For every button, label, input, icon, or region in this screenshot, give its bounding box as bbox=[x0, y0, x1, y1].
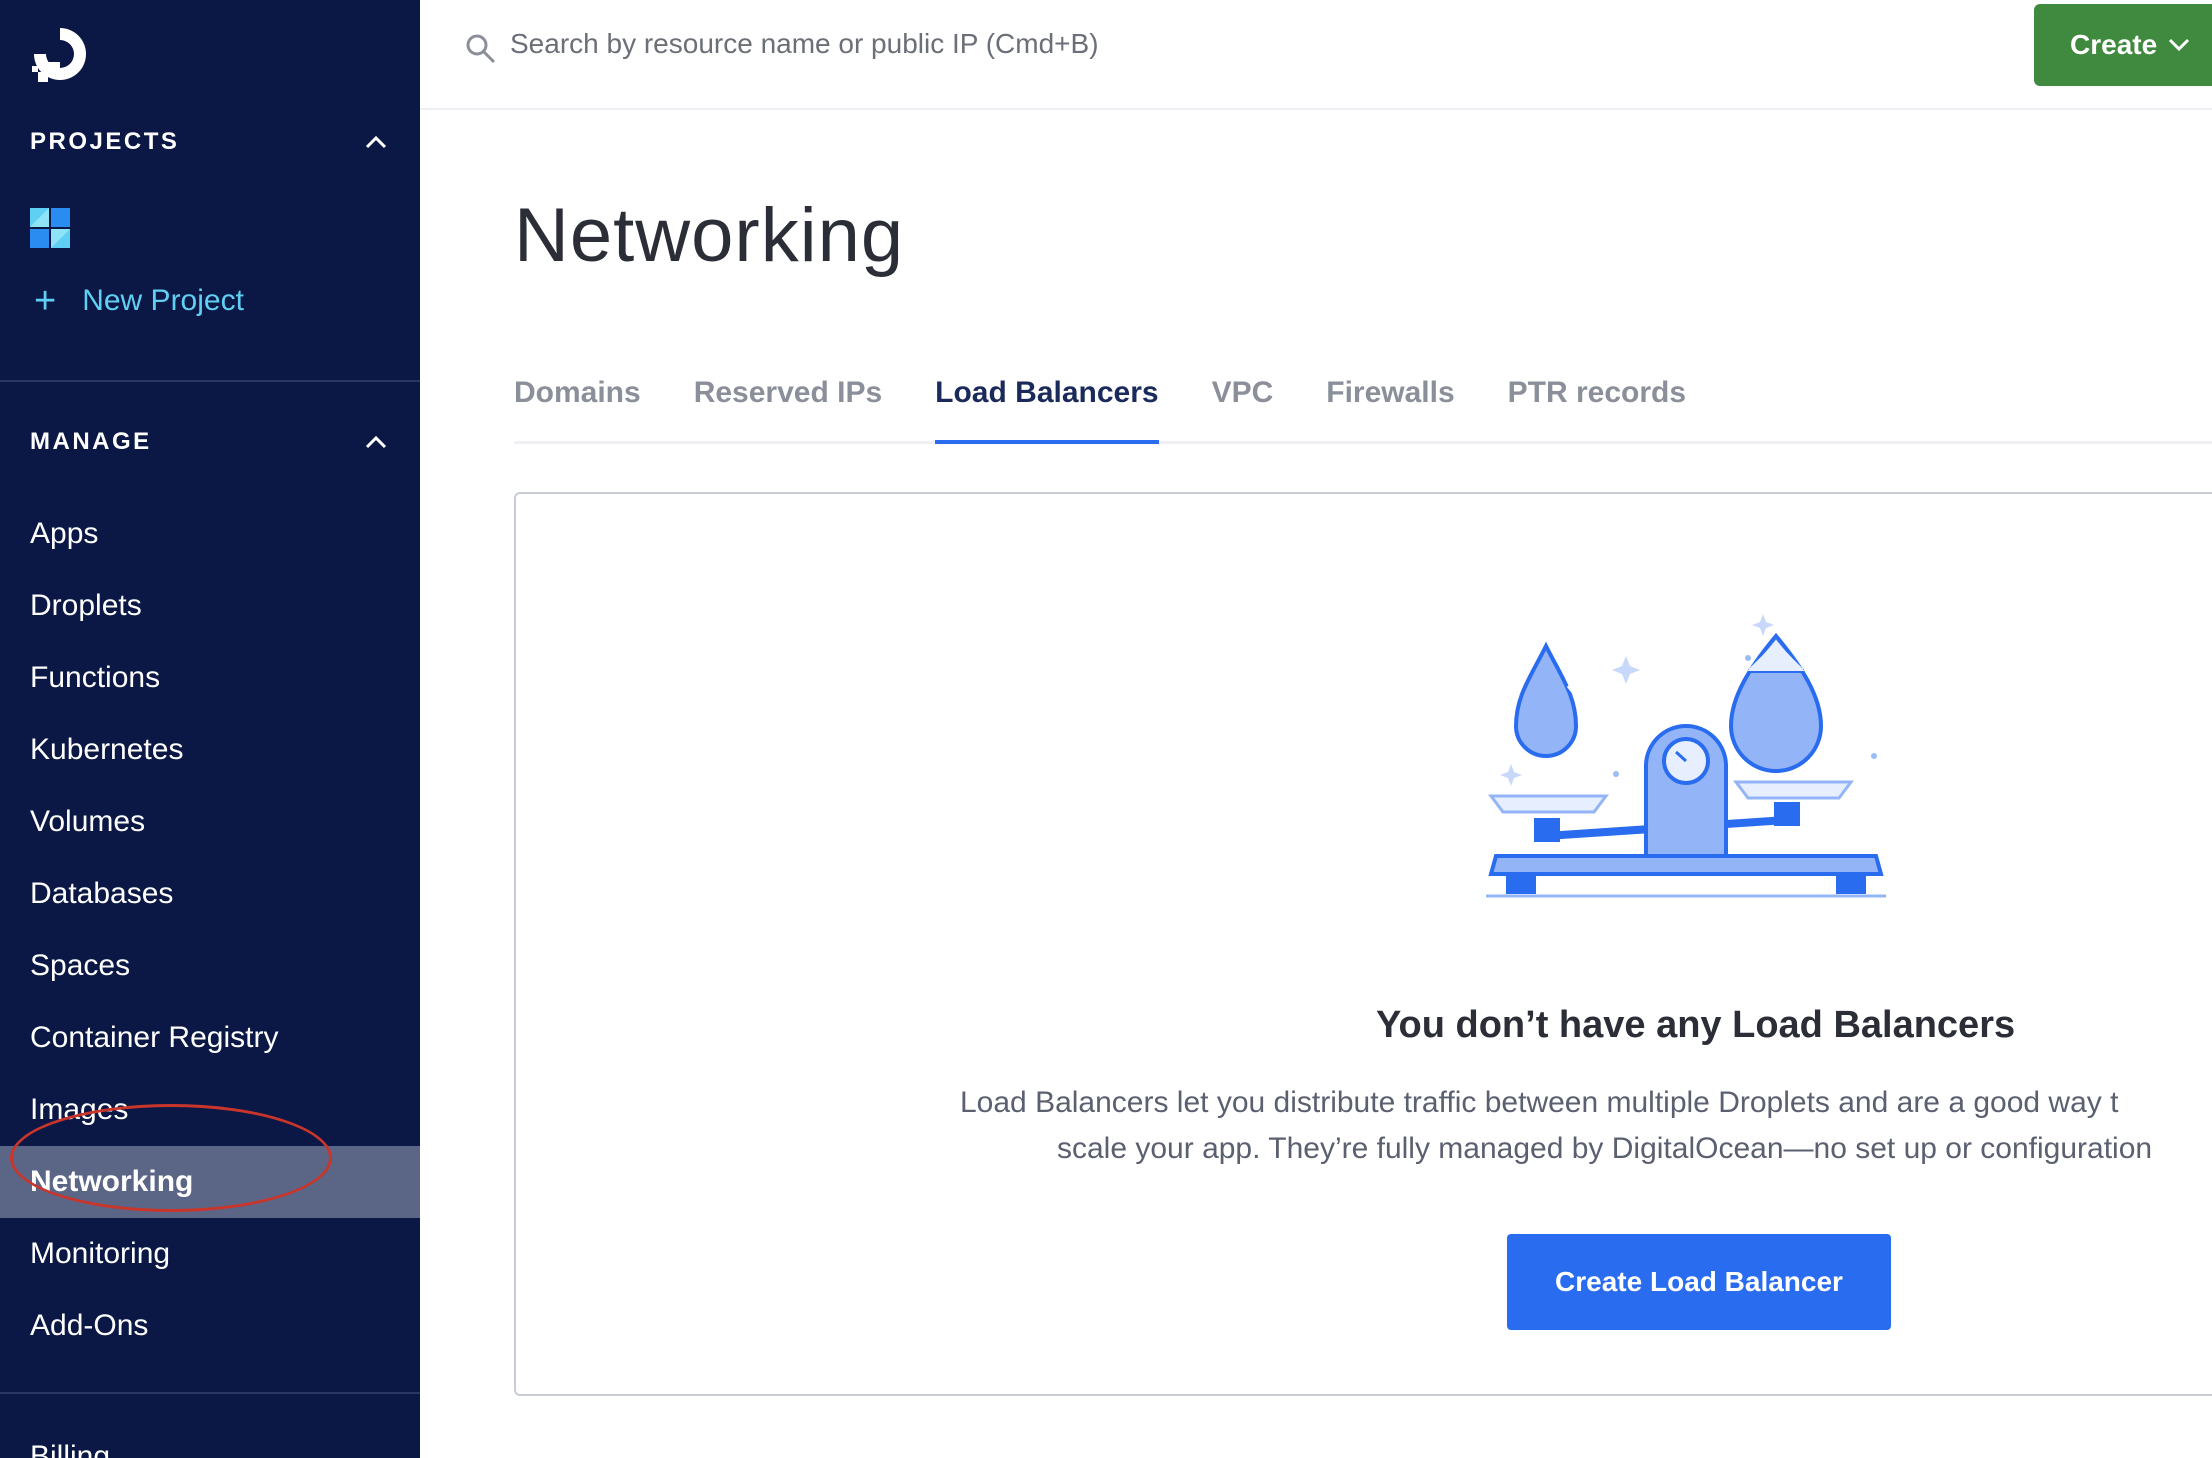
projects-heading: PROJECTS bbox=[30, 128, 180, 155]
sidebar-item-kubernetes[interactable]: Kubernetes bbox=[0, 714, 420, 786]
project-icon[interactable] bbox=[30, 208, 70, 248]
sidebar-item-functions[interactable]: Functions bbox=[0, 642, 420, 714]
page-title: Networking bbox=[514, 193, 905, 278]
sidebar-item-droplets[interactable]: Droplets bbox=[0, 570, 420, 642]
tab-domains[interactable]: Domains bbox=[514, 364, 641, 444]
search-icon bbox=[466, 34, 496, 64]
tab-load-balancers[interactable]: Load Balancers bbox=[935, 364, 1159, 444]
projects-section-toggle[interactable]: PROJECTS bbox=[30, 122, 390, 162]
manage-heading: MANAGE bbox=[30, 428, 152, 455]
create-load-balancer-button[interactable]: Create Load Balancer bbox=[1507, 1234, 1891, 1330]
tab-ptr-records[interactable]: PTR records bbox=[1508, 364, 1686, 444]
search-input[interactable] bbox=[510, 20, 1410, 68]
empty-state-description-line2: scale your app. They’re fully managed by… bbox=[1057, 1132, 2153, 1165]
manage-nav: Apps Droplets Functions Kubernetes Volum… bbox=[0, 498, 420, 1362]
new-project-link[interactable]: + New Project bbox=[34, 282, 244, 320]
plus-icon: + bbox=[34, 280, 57, 322]
empty-state-title: You don’t have any Load Balancers bbox=[1376, 1004, 2016, 1046]
load-balancer-scale-illustration bbox=[1486, 614, 1886, 898]
sidebar-item-images[interactable]: Images bbox=[0, 1074, 420, 1146]
sidebar-item-volumes[interactable]: Volumes bbox=[0, 786, 420, 858]
sidebar-item-container-registry[interactable]: Container Registry bbox=[0, 1002, 420, 1074]
empty-state-description: Load Balancers let you distribute traffi… bbox=[960, 1080, 2212, 1172]
digitalocean-logo-icon[interactable] bbox=[28, 22, 92, 86]
sidebar-item-apps[interactable]: Apps bbox=[0, 498, 420, 570]
empty-state-description-line1: Load Balancers let you distribute traffi… bbox=[960, 1086, 2119, 1119]
sidebar-item-spaces[interactable]: Spaces bbox=[0, 930, 420, 1002]
sidebar-divider bbox=[0, 380, 420, 382]
sidebar-item-databases[interactable]: Databases bbox=[0, 858, 420, 930]
empty-state-panel bbox=[514, 492, 2212, 1396]
sidebar-divider bbox=[0, 1392, 420, 1394]
tab-vpc[interactable]: VPC bbox=[1212, 364, 1274, 444]
sidebar-item-add-ons[interactable]: Add-Ons bbox=[0, 1290, 420, 1362]
new-project-label: New Project bbox=[82, 284, 244, 317]
create-button[interactable]: Create bbox=[2034, 4, 2212, 86]
networking-tabs: Domains Reserved IPs Load Balancers VPC … bbox=[514, 364, 2212, 444]
manage-section-toggle[interactable]: MANAGE bbox=[30, 422, 390, 462]
chevron-up-icon[interactable] bbox=[362, 128, 390, 156]
sidebar-item-monitoring[interactable]: Monitoring bbox=[0, 1218, 420, 1290]
create-button-label: Create bbox=[2070, 29, 2158, 60]
sidebar: PROJECTS + New Project MANAGE Apps Dropl… bbox=[0, 0, 420, 1458]
chevron-down-icon bbox=[2169, 38, 2190, 52]
tab-firewalls[interactable]: Firewalls bbox=[1326, 364, 1454, 444]
sidebar-item-networking[interactable]: Networking bbox=[0, 1146, 420, 1218]
tab-reserved-ips[interactable]: Reserved IPs bbox=[694, 364, 882, 444]
sidebar-item-billing[interactable]: Billing bbox=[30, 1440, 110, 1458]
top-bar: Create bbox=[420, 0, 2212, 110]
chevron-up-icon[interactable] bbox=[362, 428, 390, 456]
